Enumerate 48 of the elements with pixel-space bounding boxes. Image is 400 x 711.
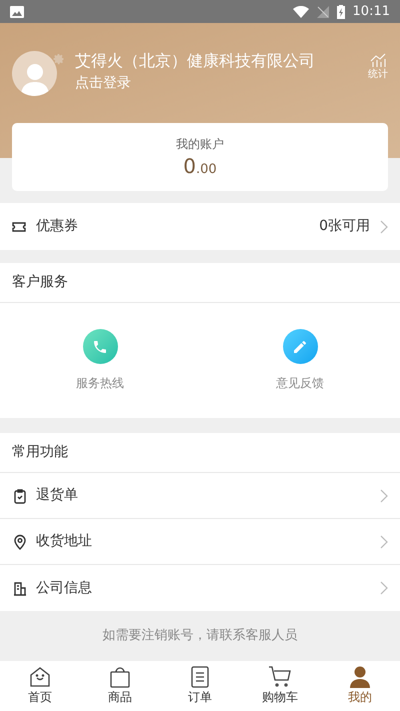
function-label: 收货地址 [36,532,93,551]
battery-icon [336,4,345,18]
coupon-label: 优惠券 [36,217,79,236]
ticket-icon [12,220,26,232]
notice-text: 如需要注销账号，请联系客服人员 [102,627,298,646]
tab-item[interactable]: 首页 [0,666,80,706]
tab-item[interactable]: 我的 [320,666,400,706]
function-row[interactable]: 收货地址 [0,519,400,565]
chevron-right-icon [380,534,388,548]
building-icon [12,580,28,596]
pencil-icon [282,329,318,364]
service-label: 意见反馈 [276,375,324,392]
function-label: 公司信息 [36,578,93,598]
section-title: 客户服务 [12,273,68,292]
function-row[interactable]: 退货单 [0,473,400,519]
gear-icon[interactable] [53,53,65,65]
person-icon [348,666,372,688]
chevron-right-icon [380,581,388,595]
service-item[interactable]: 服务热线 [0,329,200,392]
company-name: 艾得火（北京）健康科技有限公司 [75,51,316,71]
service-item[interactable]: 意见反馈 [200,329,400,392]
balance-decimal: .00 [196,160,217,179]
image-icon [10,6,24,18]
function-label: 退货单 [36,486,79,505]
account-title: 我的账户 [176,136,224,153]
bag-icon [108,666,132,688]
status-time: 10:11 [352,2,390,21]
account-card[interactable]: 我的账户 0.00 [12,123,388,191]
coupon-count: 0张可用 [319,217,370,236]
service-label: 服务热线 [76,375,124,392]
home-icon [28,666,52,688]
balance-integer: 0 [183,154,196,177]
phone-icon [82,329,118,364]
location-pin-icon [12,534,28,550]
function-row[interactable]: 公司信息 [0,565,400,611]
avatar[interactable] [12,51,57,96]
section-title: 常用功能 [12,443,68,462]
tab-item[interactable]: 订单 [160,666,240,706]
chevron-right-icon [380,220,388,234]
no-signal-icon [316,6,329,18]
wifi-icon [292,6,309,18]
coupon-row[interactable]: 优惠券 0张可用 [0,203,400,250]
tab-item[interactable]: 商品 [80,666,160,706]
chart-icon [370,53,386,67]
chevron-right-icon [380,488,388,502]
tab-item[interactable]: 购物车 [240,666,320,706]
clipboard-icon [12,488,28,504]
cart-icon [268,666,292,688]
